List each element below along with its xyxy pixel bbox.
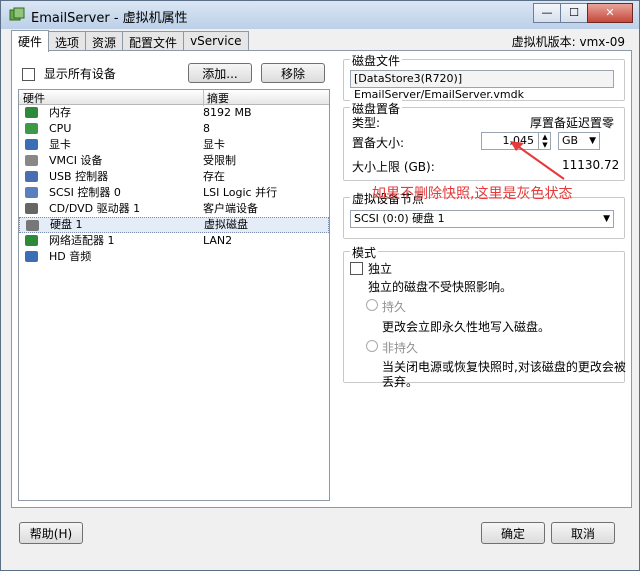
- hardware-row[interactable]: SCSI 控制器 0 LSI Logic 并行: [19, 185, 329, 201]
- hardware-summary: LAN2: [203, 234, 233, 247]
- hardware-summary: LSI Logic 并行: [203, 186, 278, 199]
- chevron-down-icon: ▼: [589, 136, 596, 146]
- persistent-description: 更改会立即永久性地写入磁盘。: [382, 320, 551, 334]
- maximize-button[interactable]: ☐: [560, 3, 588, 23]
- usb-icon: [25, 171, 38, 182]
- show-all-label: 显示所有设备: [43, 67, 116, 81]
- column-hardware[interactable]: 硬件: [23, 90, 45, 106]
- close-button[interactable]: ✕: [587, 3, 633, 23]
- hardware-row[interactable]: HD 音频: [19, 249, 329, 265]
- hardware-table: 硬件 摘要 内存 8192 MB CPU 8 显卡 显卡 VMCI 设备 受限制 USB 控制器…: [18, 89, 330, 501]
- add-button[interactable]: 添加...: [188, 63, 252, 83]
- column-summary[interactable]: 摘要: [203, 90, 229, 106]
- hardware-row[interactable]: CD/DVD 驱动器 1 客户端设备: [19, 201, 329, 217]
- hardware-summary: 存在: [203, 170, 225, 183]
- cdrom-icon: [25, 203, 38, 214]
- help-button[interactable]: 帮助(H): [19, 522, 83, 544]
- independent-label: 独立: [368, 262, 393, 276]
- tab-hardware[interactable]: 硬件: [11, 30, 50, 52]
- speaker-icon: [25, 251, 38, 262]
- hardware-name: 显卡: [49, 138, 71, 151]
- annotation-arrow: [510, 141, 565, 180]
- independent-description: 独立的磁盘不受快照影响。: [368, 280, 513, 294]
- persistent-radio[interactable]: [366, 299, 378, 311]
- hardware-summary: 虚拟磁盘: [204, 218, 248, 231]
- ok-button[interactable]: 确定: [481, 522, 545, 544]
- nonpersistent-description: 当关闭电源或恢复快照时,对该磁盘的更改会被: [382, 360, 626, 374]
- annotation-text: 如果不删除快照,这里是灰色状态: [372, 186, 573, 202]
- hardware-name: SCSI 控制器 0: [49, 186, 121, 199]
- persistent-label: 持久: [382, 300, 407, 314]
- vmci-icon: [25, 155, 38, 166]
- tab-options[interactable]: 选项: [48, 31, 87, 51]
- hardware-row[interactable]: CPU 8: [19, 121, 329, 137]
- window-title: EmailServer - 虚拟机属性: [31, 11, 188, 26]
- network-icon: [25, 235, 38, 246]
- disk-file-path: [DataStore3(R720)] EmailServer/EmailServ…: [350, 70, 614, 101]
- hardware-row[interactable]: VMCI 设备 受限制: [19, 153, 329, 169]
- nonpersistent-label: 非持久: [382, 341, 419, 355]
- hardware-row[interactable]: 内存 8192 MB: [19, 105, 329, 121]
- type-label: 类型:: [352, 116, 381, 130]
- hardware-panel: 显示所有设备 添加... 移除 硬件 摘要 内存 8192 MB CPU 8 显卡 显卡 V…: [11, 50, 632, 508]
- hardware-name: 网络适配器 1: [49, 234, 115, 247]
- hardware-row[interactable]: USB 控制器 存在: [19, 169, 329, 185]
- minimize-button[interactable]: —: [533, 3, 561, 23]
- independent-checkbox[interactable]: [350, 262, 363, 275]
- tab-strip: 硬件 选项 资源 配置文件 vService: [11, 30, 249, 52]
- hardware-list-section: 显示所有设备 添加... 移除 硬件 摘要 内存 8192 MB CPU 8 显卡 显卡 V…: [18, 57, 330, 501]
- hardware-name: CD/DVD 驱动器 1: [49, 202, 141, 215]
- show-all-devices[interactable]: 显示所有设备: [22, 65, 116, 82]
- tab-profiles[interactable]: 配置文件: [122, 31, 185, 51]
- mode-group: 模式 独立 独立的磁盘不受快照影响。 持久 更改会立即永久性地写入磁盘。 非持久…: [343, 244, 626, 389]
- disk-file-group: 磁盘文件 [DataStore3(R720)] EmailServer/Emai…: [343, 52, 625, 101]
- device-node-value: SCSI (0:0) 硬盘 1: [354, 212, 445, 225]
- remove-button[interactable]: 移除: [261, 63, 325, 83]
- hardware-row[interactable]: 网络适配器 1 LAN2: [19, 233, 329, 249]
- size-label: 置备大小:: [352, 136, 405, 150]
- nonpersistent-radio[interactable]: [366, 340, 378, 352]
- vm-properties-window: EmailServer - 虚拟机属性 — ☐ ✕ 硬件 选项 资源 配置文件 …: [0, 0, 640, 571]
- hardware-summary: 8: [203, 122, 210, 135]
- type-value: 厚置备延迟置零: [530, 116, 615, 130]
- hardware-summary: 受限制: [203, 154, 236, 167]
- hardware-row[interactable]: 显卡 显卡: [19, 137, 329, 153]
- mode-title: 模式: [350, 244, 379, 261]
- hardware-table-header: 硬件 摘要: [19, 90, 329, 106]
- title-bar[interactable]: EmailServer - 虚拟机属性 — ☐ ✕: [1, 1, 639, 29]
- chevron-down-icon: ▼: [603, 214, 610, 224]
- nonpersistent-description-2: 丢弃。: [382, 375, 419, 389]
- hardware-name: USB 控制器: [49, 170, 109, 183]
- hardware-name: 硬盘 1: [50, 218, 83, 231]
- show-all-checkbox[interactable]: [22, 68, 35, 81]
- vm-version-label: 虚拟机版本: vmx-09: [511, 35, 625, 49]
- hardware-name: HD 音频: [49, 250, 92, 263]
- tab-vservice[interactable]: vService: [183, 31, 249, 51]
- disk-file-title: 磁盘文件: [350, 52, 403, 69]
- max-size-label: 大小上限 (GB):: [352, 160, 435, 174]
- virtual-device-node-group: 虚拟设备节点 SCSI (0:0) 硬盘 1 ▼: [343, 190, 625, 239]
- hardware-summary: 8192 MB: [203, 106, 252, 119]
- hardware-name: 内存: [49, 106, 71, 119]
- hardware-name: VMCI 设备: [49, 154, 103, 167]
- memory-icon: [25, 107, 38, 118]
- vm-app-icon: [9, 7, 25, 21]
- scsi-icon: [25, 187, 38, 198]
- cancel-button[interactable]: 取消: [551, 522, 615, 544]
- hardware-row[interactable]: 硬盘 1 虚拟磁盘: [19, 217, 329, 233]
- hardware-summary: 客户端设备: [203, 202, 258, 215]
- hardware-summary: 显卡: [203, 138, 225, 151]
- hardware-name: CPU: [49, 122, 72, 135]
- harddisk-icon: [26, 220, 39, 231]
- display-icon: [25, 139, 38, 150]
- tab-resources[interactable]: 资源: [85, 31, 124, 51]
- device-node-select[interactable]: SCSI (0:0) 硬盘 1 ▼: [350, 210, 614, 228]
- cpu-icon: [25, 123, 38, 134]
